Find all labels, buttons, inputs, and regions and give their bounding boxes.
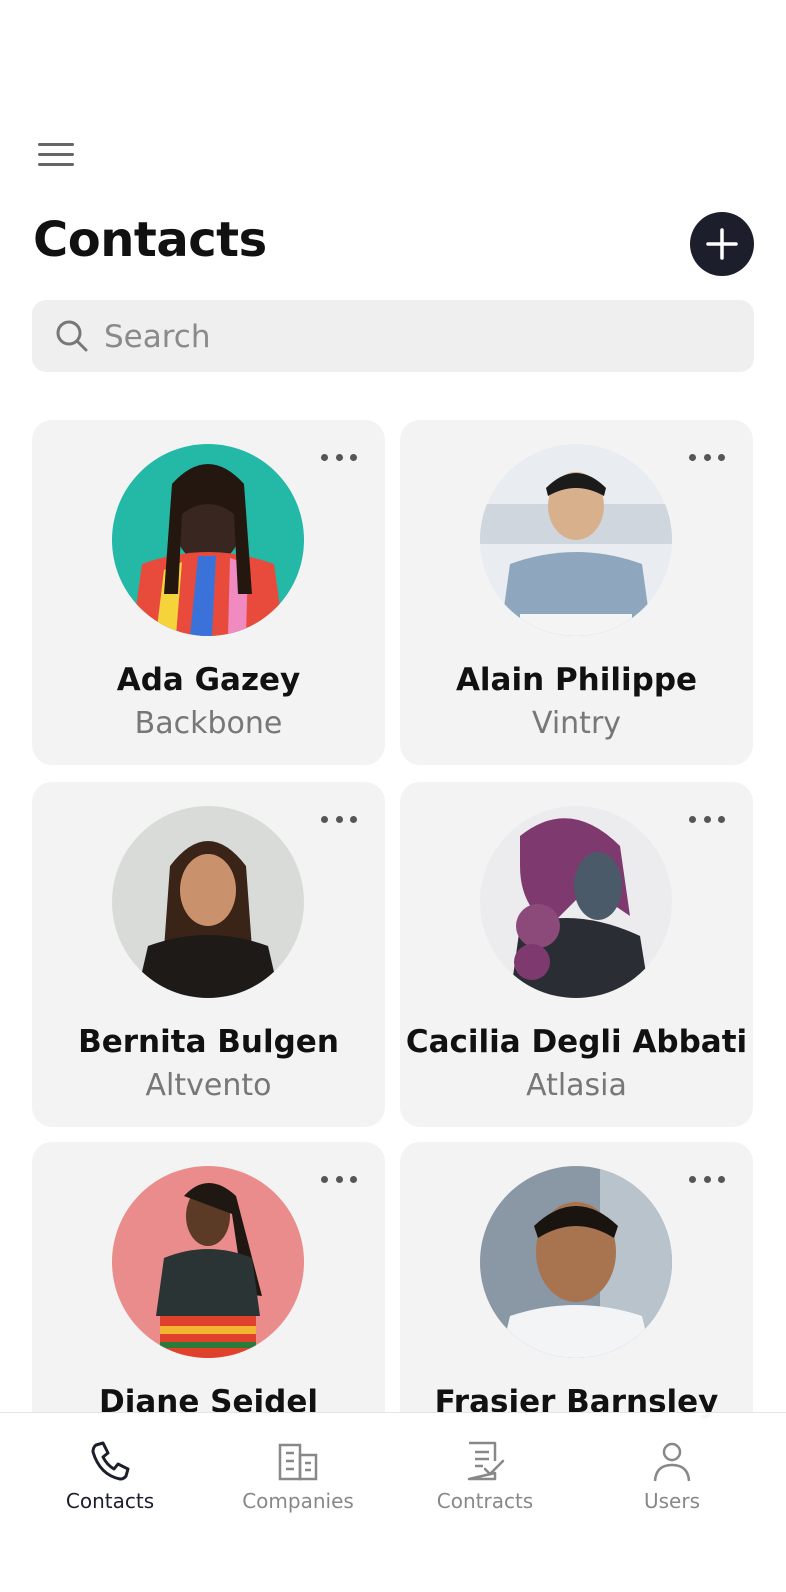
tab-label: Companies xyxy=(242,1489,354,1513)
contact-company: Atlasia xyxy=(526,1068,627,1103)
document-check-icon xyxy=(467,1441,505,1481)
tab-label: Contracts xyxy=(436,1489,534,1513)
add-contact-button[interactable] xyxy=(690,212,754,276)
more-options-icon[interactable] xyxy=(321,1176,357,1188)
contact-name: Cacilia Degli Abbati xyxy=(405,1024,748,1060)
phone-icon xyxy=(91,1441,130,1481)
contact-name: Ada Gazey xyxy=(116,662,301,698)
building-icon xyxy=(278,1443,318,1481)
search-bar xyxy=(32,300,754,372)
contact-card[interactable]: Alain Philippe Vintry xyxy=(400,420,753,765)
contact-card[interactable]: Bernita Bulgen Altvento xyxy=(32,782,385,1127)
avatar xyxy=(112,1166,304,1358)
avatar xyxy=(112,806,304,998)
user-icon xyxy=(653,1442,691,1482)
tab-label: Contacts xyxy=(65,1489,155,1513)
tab-contacts[interactable]: Contacts xyxy=(30,1439,190,1529)
more-options-icon[interactable] xyxy=(689,816,725,828)
avatar xyxy=(112,444,304,636)
hamburger-menu-icon[interactable] xyxy=(36,141,74,169)
more-options-icon[interactable] xyxy=(321,816,357,828)
tab-contracts[interactable]: Contracts xyxy=(405,1439,565,1529)
tab-users[interactable]: Users xyxy=(592,1439,752,1529)
contact-card[interactable]: Cacilia Degli Abbati Atlasia xyxy=(400,782,753,1127)
avatar xyxy=(480,444,672,636)
search-input[interactable] xyxy=(102,312,726,362)
contact-company: Backbone xyxy=(134,706,283,741)
contact-card[interactable]: Ada Gazey Backbone xyxy=(32,420,385,765)
more-options-icon[interactable] xyxy=(321,454,357,466)
search-icon xyxy=(56,320,88,352)
tab-companies[interactable]: Companies xyxy=(218,1439,378,1529)
more-options-icon[interactable] xyxy=(689,454,725,466)
contact-company: Altvento xyxy=(145,1068,272,1103)
plus-icon xyxy=(706,228,738,260)
tab-label: Users xyxy=(643,1489,700,1513)
page-title: Contacts xyxy=(33,212,267,268)
more-options-icon[interactable] xyxy=(689,1176,725,1188)
contact-name: Bernita Bulgen xyxy=(78,1024,339,1060)
avatar xyxy=(480,1166,672,1358)
contact-name: Alain Philippe xyxy=(455,662,698,698)
contacts-screen: Contacts Search Ada Gazey Backbone Alain… xyxy=(0,0,786,1592)
bottom-tab-bar: Contacts Companies Contracts Users xyxy=(0,1412,786,1592)
avatar xyxy=(480,806,672,998)
contact-company: Vintry xyxy=(531,706,622,741)
